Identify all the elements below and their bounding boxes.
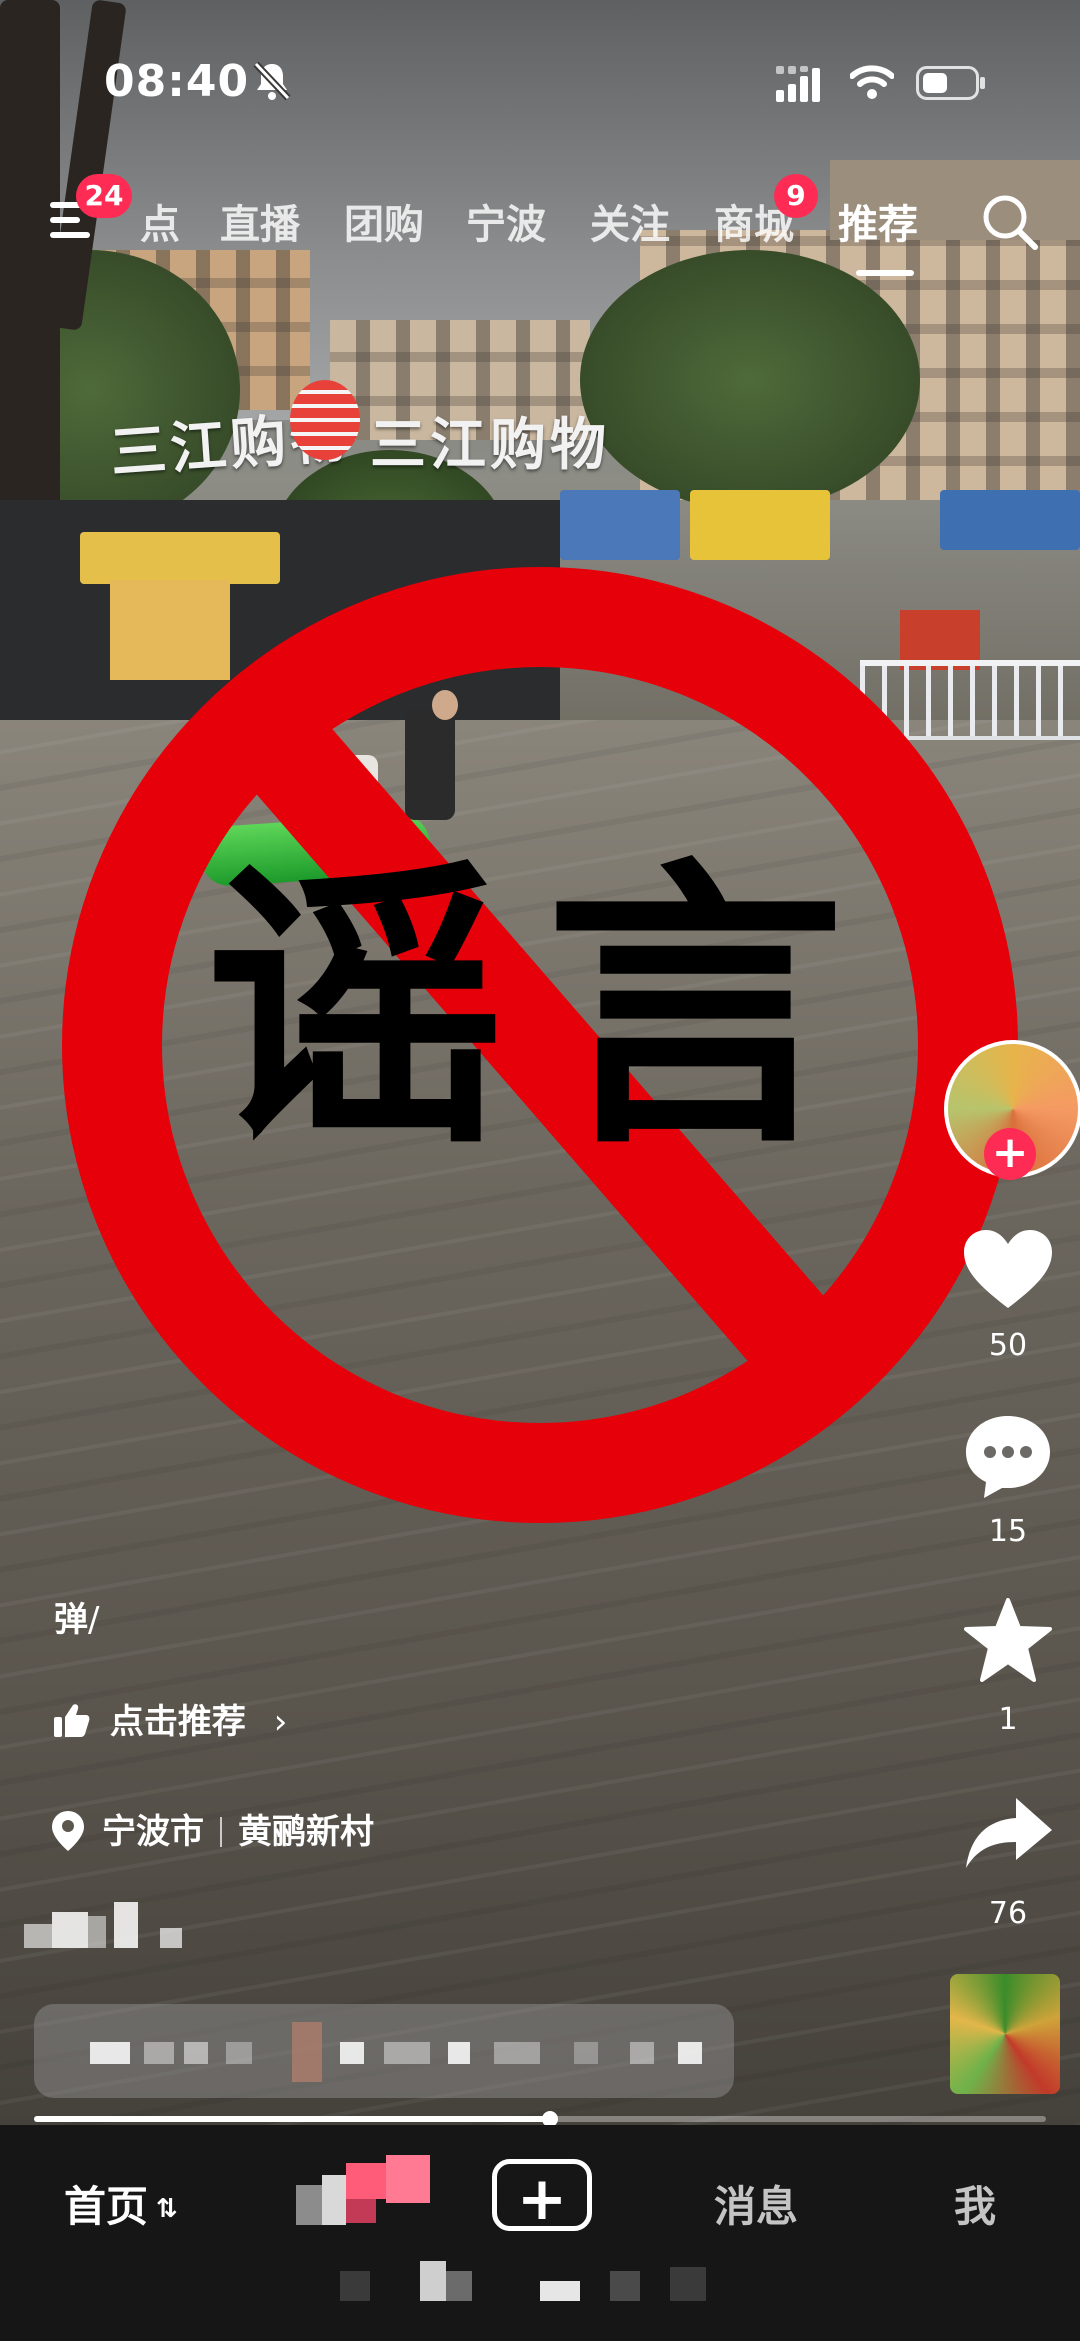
person	[318, 755, 378, 805]
location-place: 黄鹂新村	[238, 1812, 374, 1852]
tab-me[interactable]: 我	[954, 2173, 996, 2234]
location-tag[interactable]: 宁波市 黄鹂新村	[52, 1804, 374, 1853]
tab-group-buy[interactable]: 团购	[344, 192, 424, 250]
create-post-button[interactable]: +	[492, 2159, 592, 2234]
comment-bubble-icon[interactable]	[962, 1412, 1054, 1500]
tab-recommended[interactable]: 推荐	[838, 192, 918, 250]
mosaic-tile	[494, 2042, 540, 2064]
mosaic-tile	[226, 2042, 252, 2064]
location-pin-icon	[52, 1811, 84, 1851]
music-disc-thumbnail[interactable]	[950, 1974, 1060, 2094]
tab-following[interactable]: 关注	[590, 192, 670, 250]
mosaic-tile	[160, 1928, 182, 1948]
mall-badge: 9	[774, 174, 818, 218]
wifi-icon	[850, 65, 894, 99]
cellular-signal-icon	[776, 66, 820, 102]
mosaic-tile	[384, 2042, 430, 2064]
menu-notification-badge: 24	[76, 174, 132, 218]
bottom-strip-pixelated	[340, 2261, 760, 2305]
tree	[580, 250, 920, 510]
mosaic-tile	[540, 2281, 580, 2301]
chevron-right-icon: ›	[273, 1702, 288, 1742]
comment-count: 15	[988, 1514, 1028, 1549]
mosaic-tile	[346, 2163, 386, 2199]
tab-nearby[interactable]: 点	[140, 192, 180, 250]
mosaic-tile	[340, 2042, 364, 2064]
search-icon[interactable]	[980, 192, 1040, 252]
mosaic-tile	[420, 2261, 446, 2301]
location-divider	[220, 1817, 222, 1847]
person	[405, 710, 455, 820]
mosaic-tile	[678, 2042, 702, 2064]
mosaic-tile	[610, 2271, 640, 2301]
shop-sign-text: 三江购物	[370, 413, 610, 478]
like-count: 50	[988, 1328, 1028, 1363]
mute-bell-icon	[253, 61, 291, 101]
danmaku-label: 弹	[54, 1600, 88, 1640]
mosaic-tile	[296, 2185, 322, 2225]
store-window	[110, 580, 230, 680]
top-nav: 24 点 直播 团购 宁波 关注 商城 9 推荐	[0, 170, 1080, 280]
share-count: 76	[988, 1896, 1028, 1931]
active-tab-indicator	[856, 270, 914, 276]
danmaku-toggle[interactable]: 弹/	[54, 1592, 99, 1641]
shop-sign	[690, 490, 830, 560]
progress-fill	[34, 2116, 551, 2122]
caption-bar-pixelated[interactable]	[34, 2004, 734, 2098]
mosaic-tile	[90, 2042, 130, 2064]
mosaic-tile	[24, 1924, 52, 1948]
shop-sign	[940, 490, 1080, 550]
creator-name-pixelated[interactable]	[24, 1902, 234, 1952]
railing	[860, 660, 1080, 740]
home-label: 首页	[64, 2182, 149, 2231]
mosaic-tile	[340, 2271, 370, 2301]
mosaic-tile	[184, 2042, 208, 2064]
mosaic-tile	[88, 1916, 106, 1948]
mosaic-tile	[630, 2042, 654, 2064]
plus-icon: +	[516, 2164, 568, 2234]
shop-sign	[80, 532, 280, 584]
bottom-tab-bar: 首页 ⇅ + 消息 我	[0, 2125, 1080, 2341]
tab-live[interactable]: 直播	[220, 192, 300, 250]
like-heart-icon[interactable]	[962, 1228, 1054, 1312]
tab-friends-pixelated[interactable]	[296, 2155, 436, 2245]
thumbs-up-icon	[54, 1704, 90, 1737]
shop-sign	[560, 490, 680, 560]
mosaic-tile	[292, 2022, 322, 2082]
rumor-label: 谣言	[205, 835, 885, 1184]
share-arrow-icon[interactable]	[964, 1796, 1054, 1870]
mosaic-tile	[670, 2267, 706, 2301]
person-head	[432, 690, 458, 720]
mosaic-tile	[448, 2042, 470, 2064]
mosaic-tile	[144, 2042, 174, 2064]
danmaku-slash: /	[88, 1600, 100, 1640]
recommend-label: 点击推荐	[109, 1702, 246, 1742]
status-time: 08:40	[104, 56, 250, 107]
follow-button[interactable]: +	[984, 1128, 1036, 1180]
status-bar: 08:40	[0, 0, 1080, 130]
video-progress-bar[interactable]	[34, 2111, 1046, 2127]
mosaic-tile	[114, 1902, 138, 1948]
refresh-arrows-icon: ⇅	[156, 2194, 178, 2224]
favorite-count: 1	[998, 1702, 1018, 1737]
shop-logo	[290, 380, 360, 460]
battery-icon	[916, 66, 985, 100]
tab-ningbo[interactable]: 宁波	[466, 192, 546, 250]
mosaic-tile	[386, 2155, 430, 2203]
favorite-star-icon[interactable]	[964, 1598, 1052, 1682]
tab-home[interactable]: 首页 ⇅	[64, 2173, 178, 2234]
mosaic-tile	[574, 2042, 598, 2064]
recommend-button[interactable]: 点击推荐 ›	[54, 1694, 287, 1748]
tab-messages[interactable]: 消息	[714, 2173, 798, 2234]
location-city: 宁波市	[102, 1812, 204, 1852]
mosaic-tile	[322, 2175, 346, 2225]
mosaic-tile	[446, 2271, 472, 2301]
mosaic-tile	[52, 1912, 88, 1948]
mosaic-tile	[346, 2199, 376, 2223]
